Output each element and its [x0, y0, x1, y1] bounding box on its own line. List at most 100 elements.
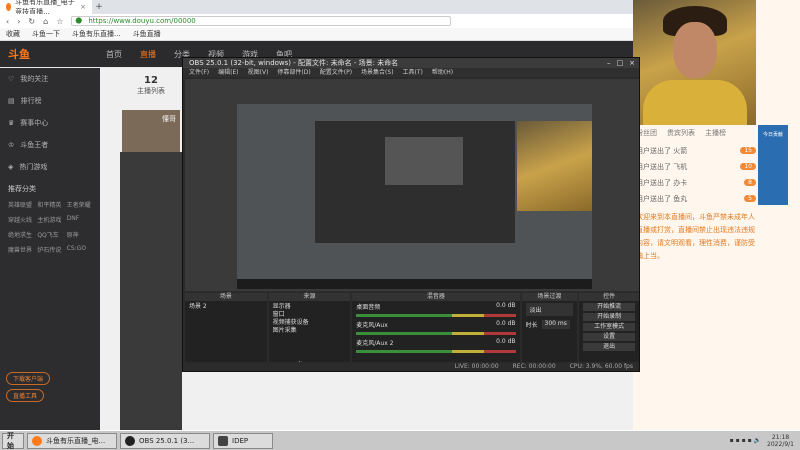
menu-item[interactable]: 文件(F)	[189, 68, 209, 77]
thumbnail-caption: 懂哥	[162, 115, 176, 123]
volume-meter[interactable]	[356, 332, 516, 335]
sidebar-item[interactable]: ♡ 我的关注	[0, 68, 100, 90]
tab-favicon-icon	[6, 3, 12, 11]
volume-meter[interactable]	[356, 314, 516, 317]
close-tab-icon[interactable]: ×	[80, 3, 86, 11]
star-icon[interactable]: ☆	[56, 17, 63, 26]
obs-menu-bar: 文件(F) 编辑(E) 视图(V) 停靠部件(D) 配置文件(P) 场景集合(S…	[183, 68, 639, 77]
menu-item[interactable]: 配置文件(P)	[320, 68, 352, 77]
nav-item[interactable]: 直播	[140, 49, 156, 60]
taskbar: 开始 斗鱼有乐直播_电... OBS 25.0.1 (3... IDEP ▪ ▪…	[0, 430, 800, 450]
gift-row: 用户送出了 鱼丸 5	[636, 192, 756, 205]
bookmark-item[interactable]: 斗鱼直播	[133, 29, 161, 39]
category-link[interactable]: 绝地求生	[8, 230, 33, 239]
chat-tab[interactable]: 主播榜	[705, 128, 726, 138]
source-item[interactable]: 视频捕获设备	[273, 319, 347, 327]
sidebar-item[interactable]: ▤ 排行榜	[0, 90, 100, 112]
anchor-count: 12 主播列表	[137, 75, 165, 95]
category-link[interactable]: 魔兽世界	[8, 245, 33, 254]
volume-meter[interactable]	[356, 350, 516, 353]
screen: { "browser": { "tab_title": "斗鱼有乐直播_电子竞技…	[0, 0, 800, 450]
gift-row: 用户送出了 火箭 15	[636, 144, 756, 157]
menu-item[interactable]: 帮助(H)	[432, 68, 453, 77]
bookmark-item[interactable]: 斗鱼有乐直播...	[72, 29, 121, 39]
gift-row: 用户送出了 办卡 8	[636, 176, 756, 189]
address-bar[interactable]: https://www.douyu.com/00000	[71, 16, 452, 26]
category-link[interactable]: 王者荣耀	[67, 200, 92, 209]
live-tools-button[interactable]: 直播工具	[6, 389, 45, 402]
settings-button[interactable]: 设置	[583, 333, 636, 341]
taskbar-item[interactable]: OBS 25.0.1 (3...	[120, 432, 210, 449]
mixer-channel: 麦克风/Aux 2 0.0 dB	[356, 338, 516, 347]
download-client-button[interactable]: 下载客户端	[6, 372, 51, 385]
controls-dock: 控件 开始推流 开始录制 工作室模式 设置 退出	[579, 293, 640, 371]
game-icon: ◈	[8, 163, 14, 171]
preview-taskbar	[237, 279, 592, 289]
sidebar-item[interactable]: ◈ 热门游戏	[0, 156, 100, 178]
new-tab-icon[interactable]: +	[92, 2, 106, 12]
source-item[interactable]: 显示器	[273, 303, 347, 311]
chat-tab[interactable]: 贵宾列表	[667, 128, 695, 138]
category-link[interactable]: 穿越火线	[8, 215, 33, 224]
rec-timer: REC: 00:00:00	[512, 363, 556, 370]
gift-badge: 8	[744, 179, 756, 186]
obs-preview[interactable]	[185, 79, 639, 291]
clock[interactable]: 21:18 2022/9/1	[767, 434, 794, 448]
live-timer: LIVE: 00:00:00	[454, 363, 499, 370]
menu-item[interactable]: 编辑(E)	[218, 68, 238, 77]
tray-icons[interactable]: ▪ ▪ ▪ ▪ 🔊	[730, 437, 761, 444]
contribution-badge[interactable]: 今日贡献	[758, 125, 788, 205]
sidebar-item[interactable]: ♛ 赛事中心	[0, 112, 100, 134]
maximize-icon[interactable]: □	[617, 58, 624, 68]
category-link[interactable]: CS:GO	[67, 245, 92, 254]
back-icon[interactable]: ‹	[6, 17, 9, 26]
dock-title: 控件	[579, 293, 640, 301]
category-link[interactable]: 原神	[67, 230, 92, 239]
source-item[interactable]: 窗口	[273, 311, 347, 319]
obs-window: OBS 25.0.1 (32-bit, windows) - 配置文件: 未命名…	[182, 57, 640, 372]
category-link[interactable]: DNF	[67, 215, 92, 224]
exit-button[interactable]: 退出	[583, 343, 636, 351]
category-link[interactable]: QQ飞车	[37, 230, 62, 239]
recursive-capture-core	[385, 137, 463, 185]
start-button[interactable]: 开始	[2, 432, 24, 450]
scene-item[interactable]: 场景 2	[189, 303, 263, 311]
video-area[interactable]	[120, 152, 182, 430]
bookmark-item[interactable]: 斗鱼一下	[32, 29, 60, 39]
menu-item[interactable]: 工具(T)	[403, 68, 423, 77]
transition-select[interactable]: 淡出	[525, 303, 574, 316]
home-icon[interactable]: ⌂	[43, 17, 48, 26]
start-recording-button[interactable]: 开始录制	[583, 313, 636, 321]
category-link[interactable]: 英雄联盟	[8, 200, 33, 209]
category-link[interactable]: 炉石传说	[37, 245, 62, 254]
category-link[interactable]: 主机游戏	[37, 215, 62, 224]
crown-icon: ♔	[8, 141, 15, 149]
category-link[interactable]: 和平精英	[37, 200, 62, 209]
nav-item[interactable]: 首页	[106, 49, 122, 60]
menu-item[interactable]: 视图(V)	[248, 68, 269, 77]
source-item[interactable]: 图片采集	[273, 327, 347, 335]
browser-tab[interactable]: 斗鱼有乐直播_电子竞技直播... ×	[0, 0, 92, 16]
scenes-dock: 场景 场景 2 +−∧∨	[185, 293, 267, 371]
start-streaming-button[interactable]: 开始推流	[583, 303, 636, 311]
category-grid: 英雄联盟 和平精英 王者荣耀 穿越火线 主机游戏 DNF 绝地求生 QQ飞车 原…	[0, 196, 100, 258]
taskbar-item[interactable]: IDEP	[213, 432, 273, 449]
studio-mode-button[interactable]: 工作室模式	[583, 323, 636, 331]
menu-item[interactable]: 场景集合(S)	[361, 68, 394, 77]
chat-tabs: 粉丝团 贵宾列表 主播榜	[636, 128, 756, 138]
bookmark-item[interactable]: 收藏	[6, 29, 20, 39]
duration-input[interactable]: 300 ms	[541, 320, 570, 329]
close-icon[interactable]: ×	[629, 58, 635, 68]
douyu-logo[interactable]: 斗鱼	[8, 46, 88, 62]
browser-tab-bar: 斗鱼有乐直播_电子竞技直播... × +	[0, 0, 633, 16]
dock-title: 来源	[268, 293, 351, 301]
sidebar-item[interactable]: ♔ 斗鱼王者	[0, 134, 100, 156]
heart-icon: ♡	[8, 75, 15, 83]
menu-item[interactable]: 停靠部件(D)	[277, 68, 310, 77]
reload-icon[interactable]: ↻	[28, 17, 35, 26]
transitions-dock: 场景过渡 淡出 时长 300 ms	[521, 293, 578, 371]
taskbar-item[interactable]: 斗鱼有乐直播_电...	[27, 432, 117, 449]
minimize-icon[interactable]: –	[607, 58, 611, 68]
forward-icon[interactable]: ›	[17, 17, 20, 26]
gift-badge: 10	[740, 163, 756, 170]
